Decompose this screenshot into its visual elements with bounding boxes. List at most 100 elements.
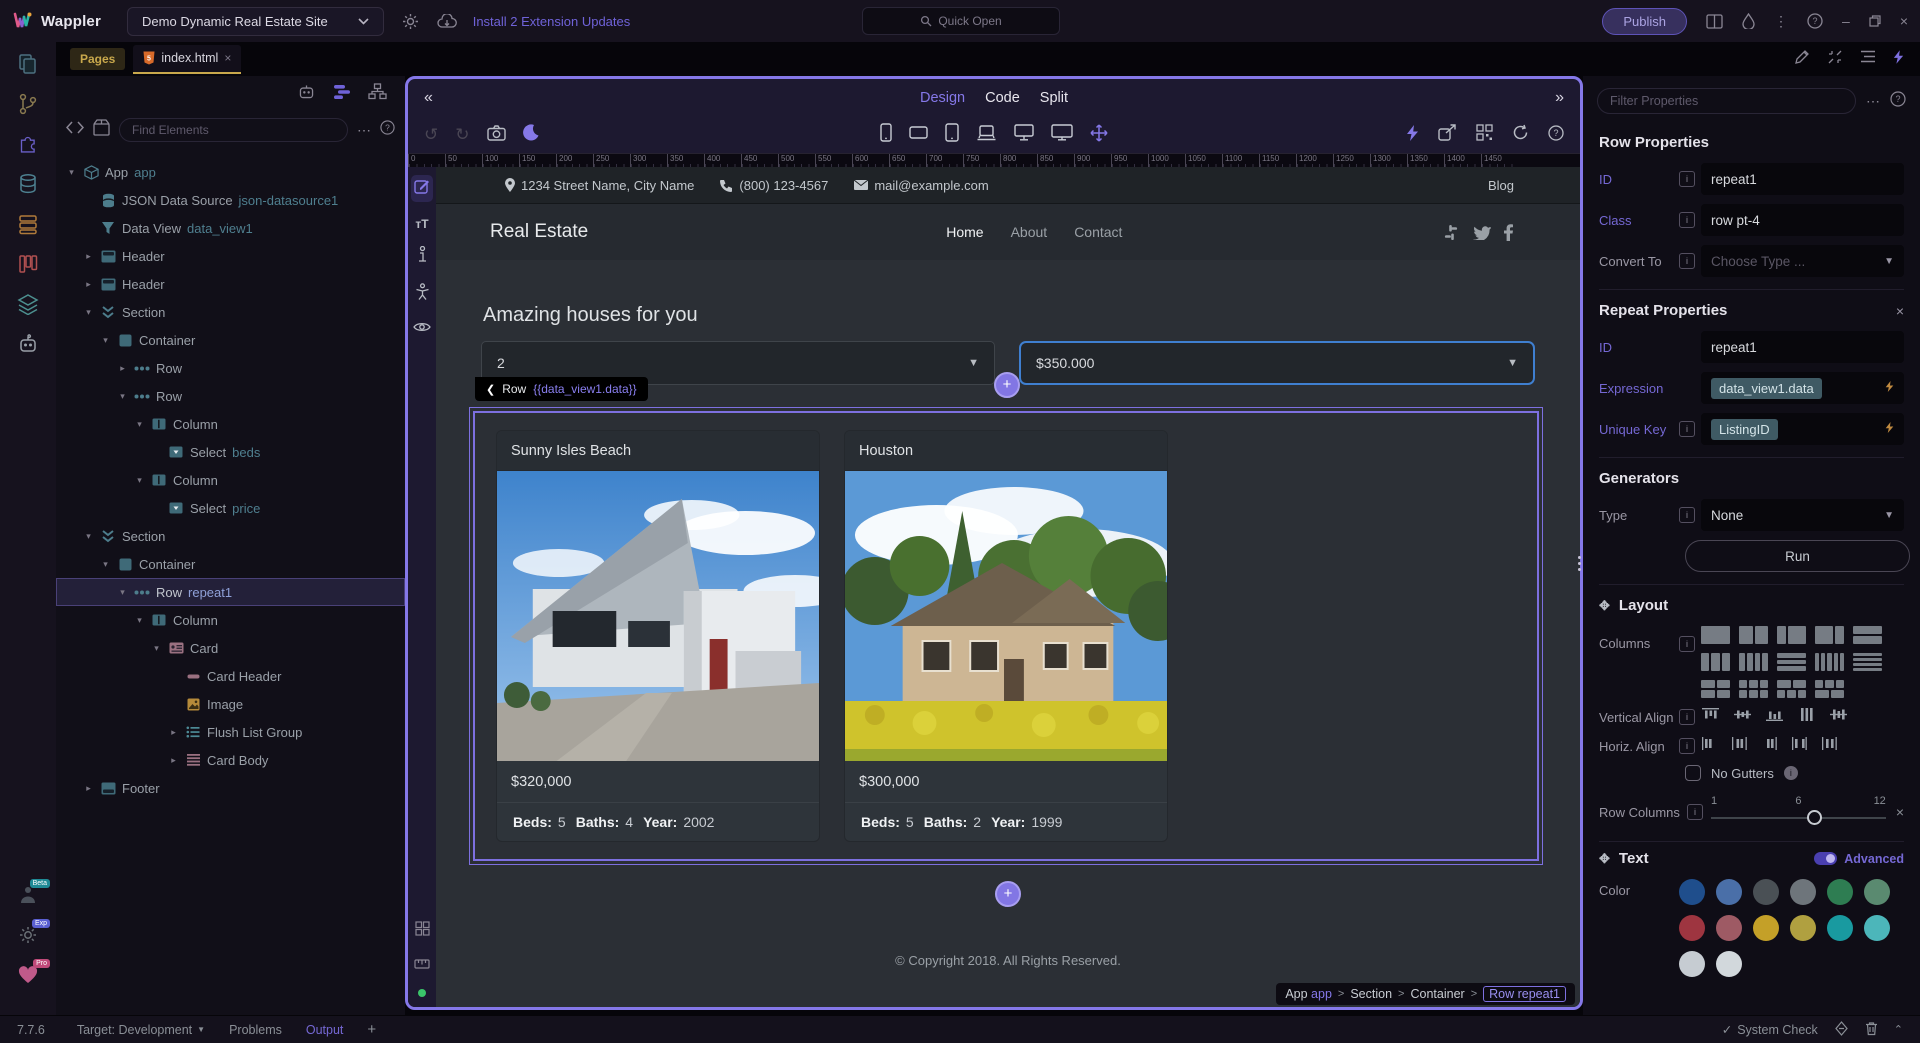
panel-resize-handle[interactable] bbox=[1576, 548, 1583, 578]
selector-list-icon[interactable] bbox=[1860, 50, 1876, 68]
color-swatch[interactable] bbox=[1753, 879, 1779, 905]
problems-tab[interactable]: Problems bbox=[229, 1023, 282, 1037]
dynamic-data-bolt-icon[interactable] bbox=[1406, 124, 1419, 147]
laptop-icon[interactable] bbox=[976, 125, 997, 146]
tree-item-column[interactable]: ▾Column bbox=[56, 466, 405, 494]
tree-item-flush-list-group[interactable]: ▸Flush List Group bbox=[56, 718, 405, 746]
tab-split[interactable]: Split bbox=[1040, 90, 1068, 106]
text-size-icon[interactable]: тT bbox=[415, 217, 428, 231]
edit-pencil-icon[interactable] bbox=[1794, 49, 1810, 70]
ai-assistant-icon[interactable] bbox=[297, 82, 316, 106]
facebook-icon[interactable] bbox=[1504, 224, 1513, 241]
clear-row-columns-icon[interactable]: × bbox=[1896, 804, 1904, 820]
slack-icon[interactable] bbox=[1443, 224, 1460, 241]
grid-toggle-icon[interactable] bbox=[415, 921, 430, 941]
align-stretch-icon[interactable] bbox=[1797, 707, 1816, 727]
color-swatch[interactable] bbox=[1790, 915, 1816, 941]
tree-expander[interactable]: ▸ bbox=[83, 251, 94, 262]
align-baseline-icon[interactable] bbox=[1829, 707, 1848, 727]
drag-section-icon[interactable]: ✥ bbox=[1599, 598, 1610, 614]
site-brand[interactable]: Real Estate bbox=[490, 221, 588, 243]
expand-panel-icon[interactable]: ⌃ bbox=[1894, 1023, 1903, 1036]
row-columns-slider[interactable]: 1 6 12 bbox=[1711, 795, 1886, 829]
tree-item-section[interactable]: ▾Section bbox=[56, 522, 405, 550]
output-tab[interactable]: Output bbox=[306, 1023, 344, 1037]
tree-item-select-beds[interactable]: Selectbeds bbox=[56, 438, 405, 466]
tree-item-image[interactable]: Image bbox=[56, 690, 405, 718]
info-icon[interactable]: i bbox=[1784, 766, 1798, 780]
color-swatch[interactable] bbox=[1753, 915, 1779, 941]
nav-home-link[interactable]: Home bbox=[946, 224, 983, 240]
edit-pencil-icon[interactable] bbox=[411, 175, 433, 202]
info-icon[interactable]: i bbox=[1687, 804, 1703, 820]
crumb-app-id[interactable]: app bbox=[1311, 987, 1332, 1001]
pages-tab[interactable]: Pages bbox=[70, 48, 125, 70]
tab-design[interactable]: Design bbox=[920, 90, 965, 106]
server-stack-icon[interactable] bbox=[16, 212, 40, 236]
quick-open-search[interactable]: Quick Open bbox=[862, 7, 1060, 35]
columns-option-14[interactable] bbox=[1815, 680, 1844, 698]
tree-item-container[interactable]: ▾Container bbox=[56, 326, 405, 354]
trash-icon[interactable] bbox=[1865, 1021, 1878, 1039]
add-element-button[interactable]: + bbox=[995, 881, 1021, 907]
ruler-toggle-icon[interactable] bbox=[414, 956, 430, 974]
nav-about-link[interactable]: About bbox=[1011, 224, 1048, 240]
drag-section-icon[interactable]: ✥ bbox=[1599, 851, 1610, 867]
tree-expander[interactable]: ▾ bbox=[134, 475, 145, 486]
badge-back-arrow[interactable]: ❮ bbox=[486, 383, 495, 396]
design-help-icon[interactable]: ? bbox=[1548, 125, 1564, 146]
target-selector[interactable]: Target: Development ▼ bbox=[77, 1023, 205, 1037]
info-mode-icon[interactable] bbox=[416, 246, 429, 268]
data-picker-bolt-icon[interactable] bbox=[1885, 380, 1894, 396]
find-help-icon[interactable]: ? bbox=[380, 120, 395, 140]
accessibility-icon[interactable] bbox=[415, 283, 430, 305]
filter-properties-input[interactable] bbox=[1597, 88, 1856, 114]
columns-option-7[interactable] bbox=[1739, 653, 1768, 671]
columns-option-9[interactable] bbox=[1815, 653, 1844, 671]
collapse-left-icon[interactable]: « bbox=[424, 89, 433, 107]
system-check-item[interactable]: ✓ System Check bbox=[1722, 1022, 1818, 1037]
expression-token[interactable]: data_view1.data bbox=[1711, 378, 1822, 399]
convert-to-select[interactable]: Choose Type ...▼ bbox=[1701, 245, 1904, 277]
run-button[interactable]: Run bbox=[1685, 540, 1910, 572]
justify-center-icon[interactable] bbox=[1731, 736, 1748, 756]
row-id-input[interactable]: repeat1 bbox=[1701, 163, 1904, 195]
info-icon[interactable]: i bbox=[1679, 171, 1695, 187]
restore-button[interactable] bbox=[1869, 15, 1881, 27]
redo-icon[interactable]: ↻ bbox=[455, 125, 469, 145]
tree-item-header[interactable]: ▸Header bbox=[56, 242, 405, 270]
open-in-browser-icon[interactable] bbox=[1438, 124, 1457, 146]
columns-option-12[interactable] bbox=[1739, 680, 1768, 698]
large-monitor-icon[interactable] bbox=[1051, 124, 1073, 146]
phone-portrait-icon[interactable] bbox=[880, 123, 892, 147]
align-top-icon[interactable] bbox=[1701, 707, 1720, 727]
tablet-icon[interactable] bbox=[945, 123, 959, 147]
repeat-selection-badge[interactable]: ❮ Row {{data_view1.data}} bbox=[475, 377, 648, 401]
info-icon[interactable]: i bbox=[1679, 709, 1695, 725]
tree-expander[interactable]: ▾ bbox=[117, 587, 128, 598]
experimental-gear-icon[interactable]: Exp bbox=[16, 923, 40, 947]
tree-item-footer[interactable]: ▸Footer bbox=[56, 774, 405, 802]
expand-right-icon[interactable]: » bbox=[1555, 89, 1564, 107]
tab-index-html[interactable]: 5 index.html × bbox=[133, 45, 241, 74]
color-swatch[interactable] bbox=[1790, 879, 1816, 905]
find-elements-input[interactable] bbox=[119, 118, 348, 142]
tree-item-select-price[interactable]: Selectprice bbox=[56, 494, 405, 522]
tree-expander[interactable]: ▾ bbox=[83, 531, 94, 542]
install-updates-link[interactable]: Install 2 Extension Updates bbox=[473, 14, 631, 29]
unique-key-token[interactable]: ListingID bbox=[1711, 419, 1778, 440]
tree-item-card-header[interactable]: Card Header bbox=[56, 662, 405, 690]
app-structure-icon[interactable] bbox=[333, 84, 351, 105]
columns-option-10[interactable] bbox=[1853, 653, 1882, 671]
info-icon[interactable]: i bbox=[1679, 738, 1695, 754]
tree-expander[interactable]: ▾ bbox=[83, 307, 94, 318]
insert-element-button[interactable]: + bbox=[994, 372, 1020, 398]
extensions-puzzle-icon[interactable] bbox=[16, 132, 40, 156]
justify-between-icon[interactable] bbox=[1791, 736, 1808, 756]
color-swatch[interactable] bbox=[1716, 915, 1742, 941]
color-swatch[interactable] bbox=[1679, 951, 1705, 977]
columns-option-5[interactable] bbox=[1853, 626, 1882, 644]
dom-tree-icon[interactable] bbox=[368, 83, 387, 105]
color-swatch[interactable] bbox=[1827, 915, 1853, 941]
crumb-section[interactable]: Section bbox=[1350, 987, 1392, 1001]
